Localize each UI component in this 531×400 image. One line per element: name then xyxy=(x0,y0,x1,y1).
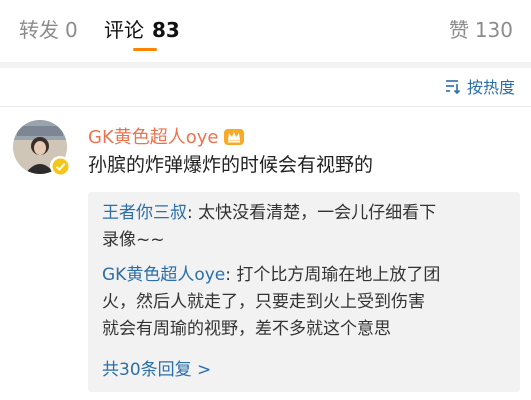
tab-comments-count: 83 xyxy=(152,18,180,42)
active-tab-indicator xyxy=(133,48,157,51)
reply-text-line1: 太快没看清楚，一会儿仔细看下 xyxy=(198,203,437,223)
comment-text: 孙膑的炸弹爆炸的时候会有视野的 xyxy=(88,154,374,176)
tab-forward[interactable]: 转发 0 xyxy=(19,16,78,44)
tab-bar: 转发 0 评论 83 赞 130 xyxy=(0,0,531,62)
tab-comments-label: 评论 xyxy=(104,18,144,42)
comment-username[interactable]: GK黄色超人oye xyxy=(88,123,245,149)
reply-item: GK黄色超人oye: 打个比方周瑜在地上放了团 火，然后人就走了，只要走到火上受… xyxy=(102,262,512,343)
row-divider xyxy=(0,106,531,107)
tab-likes-count: 130 xyxy=(474,18,513,42)
sort-label: 按热度 xyxy=(466,78,515,97)
comment-username-text: GK黄色超人oye xyxy=(88,127,219,148)
view-all-replies-link[interactable]: 共30条回复 > xyxy=(102,355,211,380)
tab-likes-label: 赞 xyxy=(448,18,469,42)
tab-comments[interactable]: 评论 83 xyxy=(104,16,180,44)
reply-colon: : xyxy=(187,203,199,223)
sort-icon xyxy=(445,80,461,95)
reply-thread[interactable]: 王者你三叔: 太快没看清楚，一会儿仔细看下 录像~~ GK黄色超人oye: 打个… xyxy=(88,192,520,392)
reply-text-line2: 录像~~ xyxy=(102,230,165,250)
reply-text-line3: 就会有周瑜的视野，差不多就这个意思 xyxy=(102,319,391,339)
reply-text-line1: 打个比方周瑜在地上放了团 xyxy=(236,265,441,285)
tab-forward-count: 0 xyxy=(65,18,78,42)
crown-icon xyxy=(223,129,244,145)
verified-badge-icon xyxy=(50,156,70,176)
reply-author[interactable]: GK黄色超人oye xyxy=(102,265,225,285)
reply-colon: : xyxy=(225,265,237,285)
tab-forward-label: 转发 xyxy=(19,18,59,42)
reply-text-line2: 火，然后人就走了，只要走到火上受到伤害 xyxy=(102,292,425,312)
sort-by-hot-button[interactable]: 按热度 xyxy=(443,74,515,98)
tab-likes[interactable]: 赞 130 xyxy=(449,16,513,44)
reply-author[interactable]: 王者你三叔 xyxy=(102,203,187,223)
reply-item: 王者你三叔: 太快没看清楚，一会儿仔细看下 录像~~ xyxy=(102,200,512,254)
section-divider xyxy=(0,62,531,68)
